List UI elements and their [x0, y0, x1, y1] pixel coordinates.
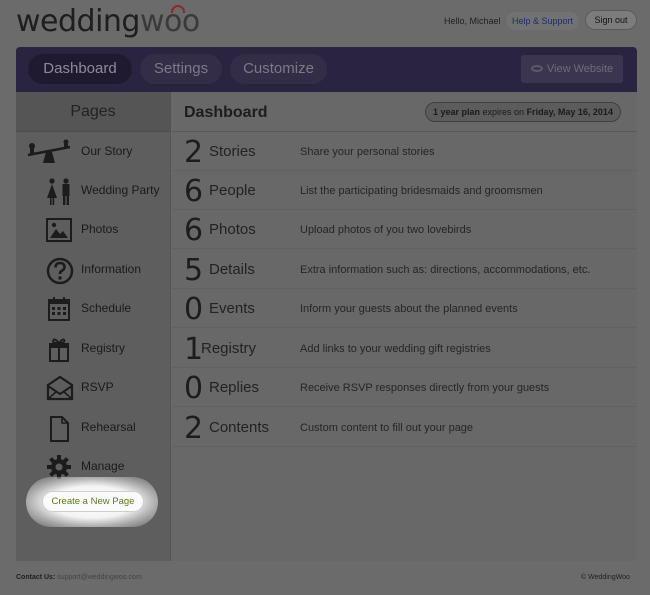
seesaw-icon [24, 139, 74, 165]
stat-label: Details [209, 261, 255, 278]
plan-name: 1 year plan [433, 107, 481, 117]
stat-label: Replies [209, 379, 260, 396]
sidebar-item-label: Information [81, 262, 142, 276]
stat-description: Extra information such as: directions, a… [300, 264, 591, 276]
calendar-icon [46, 296, 72, 322]
stat-count: 6 [184, 213, 204, 248]
plan-badge: 1 year plan expires on Friday, May 16, 2… [425, 102, 621, 122]
photo-icon [46, 217, 72, 243]
stat-description: Add links to your wedding gift registrie… [300, 343, 491, 355]
pages-sidebar: Pages Our Story Wedding Party Photos Inf… [16, 92, 171, 561]
stat-description: Share your personal stories [300, 146, 435, 158]
main-nav: Dashboard Settings Customize View Websit… [16, 47, 637, 92]
tab-dashboard[interactable]: Dashboard [28, 54, 132, 84]
stat-row-contents[interactable]: 2 Contents Custom content to fill out yo… [172, 408, 637, 447]
sidebar-item-label: Schedule [81, 301, 132, 315]
content-header: Dashboard 1 year plan expires on Friday,… [172, 92, 637, 132]
stat-row-details[interactable]: 5 Details Extra information such as: dir… [172, 250, 637, 289]
stat-label: Events [209, 300, 255, 317]
sidebar-item-label: Manage [81, 459, 125, 473]
copyright: © WeddingWoo [581, 574, 630, 581]
contact-label: Contact Us: [16, 574, 56, 581]
eye-icon [530, 64, 543, 72]
create-new-page-button[interactable]: Create a New Page [42, 491, 144, 512]
stat-label: People [209, 182, 256, 199]
stat-count: 6 [184, 174, 204, 209]
sidebar-item-photos[interactable]: Photos [16, 210, 171, 249]
stat-description: List the participating bridesmaids and g… [300, 185, 543, 197]
sidebar-item-schedule[interactable]: Schedule [16, 289, 171, 328]
view-website-label: View Website [546, 63, 614, 75]
stat-row-people[interactable]: 6 People List the participating bridesma… [172, 171, 637, 210]
plan-date: Friday, May 16, 2014 [526, 107, 613, 117]
sidebar-item-label: Wedding Party [81, 183, 160, 197]
sidebar-item-label: RSVP [81, 380, 114, 394]
stat-description: Upload photos of you two lovebirds [300, 224, 472, 236]
stat-row-events[interactable]: 0 Events Inform your guests about the pl… [172, 289, 637, 328]
sidebar-item-rehearsal[interactable]: Rehearsal [16, 408, 171, 447]
stat-count: 0 [184, 292, 204, 327]
sidebar-item-rsvp[interactable]: RSVP [16, 368, 171, 407]
tab-settings[interactable]: Settings [140, 54, 222, 84]
sidebar-item-information[interactable]: Information [16, 250, 171, 289]
main-panel: Pages Our Story Wedding Party Photos Inf… [16, 92, 637, 561]
stat-count: 5 [184, 253, 204, 288]
logo-part2: woo [139, 4, 200, 39]
stat-description: Custom content to fill out your page [300, 422, 474, 434]
stat-count: 2 [184, 135, 204, 170]
question-icon [46, 257, 74, 285]
stat-row-replies[interactable]: 0 Replies Receive RSVP responses directl… [172, 368, 637, 407]
contact-email-link[interactable]: support@weddingwoo.com [57, 574, 142, 581]
sidebar-item-registry[interactable]: Registry [16, 329, 171, 368]
logo[interactable]: weddingwoo [16, 4, 200, 39]
top-bar: weddingwoo Hello, Michael Help & Support… [0, 0, 650, 44]
page-title: Dashboard [184, 104, 268, 121]
stat-row-stories[interactable]: 2 Stories Share your personal stories [172, 132, 637, 171]
sidebar-item-label: Photos [81, 222, 119, 236]
stat-count: 2 [184, 411, 204, 446]
stat-count: 0 [184, 371, 204, 406]
stat-row-photos[interactable]: 6 Photos Upload photos of you two lovebi… [172, 210, 637, 249]
logo-part1: wedding [16, 4, 140, 39]
stat-label: Photos [209, 221, 256, 238]
dashboard-content: Dashboard 1 year plan expires on Friday,… [172, 92, 637, 561]
sidebar-title: Pages [16, 92, 170, 132]
stat-description: Receive RSVP responses directly from you… [300, 382, 550, 394]
sidebar-item-label: Rehearsal [81, 420, 136, 434]
sidebar-item-our-story[interactable]: Our Story [16, 132, 171, 171]
sign-out-button[interactable]: Sign out [585, 10, 637, 30]
document-icon [46, 415, 72, 442]
stat-label: Contents [209, 419, 270, 436]
create-page-glow: Create a New Page [26, 477, 158, 527]
footer-contact: Contact Us: support@weddingwoo.com [16, 574, 142, 581]
stat-description: Inform your guests about the planned eve… [300, 303, 518, 315]
sidebar-item-wedding-party[interactable]: Wedding Party [16, 171, 171, 210]
stat-row-registry[interactable]: 1 Registry Add links to your wedding gif… [172, 329, 637, 368]
tab-customize[interactable]: Customize [230, 54, 327, 84]
greeting: Hello, Michael [444, 16, 501, 26]
ring-icon [171, 5, 185, 13]
gift-icon [46, 336, 72, 362]
sidebar-item-label: Registry [81, 341, 126, 355]
help-support-link[interactable]: Help & Support [506, 12, 580, 30]
couple-icon [46, 178, 72, 205]
plan-expires-text: expires on [480, 107, 527, 117]
view-website-button[interactable]: View Website [521, 55, 623, 83]
stat-label: Stories [209, 143, 256, 160]
envelope-icon [46, 375, 74, 401]
stat-label: Registry [201, 340, 257, 357]
sidebar-item-label: Our Story [81, 144, 133, 158]
